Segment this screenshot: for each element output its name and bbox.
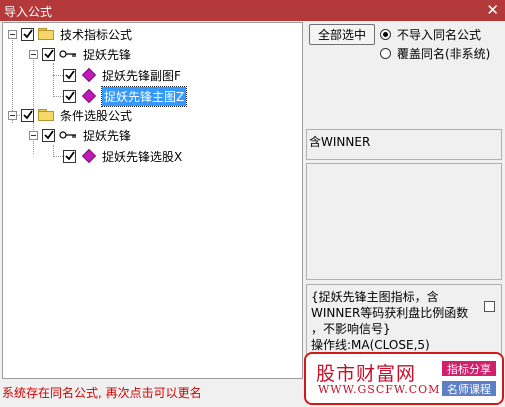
folder-icon <box>38 28 54 40</box>
key-icon <box>59 131 76 139</box>
status-message: 系统存在同名公式, 再次点击可以更名 <box>2 386 202 400</box>
formula-detail-box <box>306 163 502 280</box>
formula-info-box: 含WINNER <box>306 129 502 160</box>
tree-connector <box>53 63 54 97</box>
watermark-tag-share: 指标分享 <box>442 361 496 376</box>
tree-node-group[interactable]: 捉妖先锋 <box>29 44 131 64</box>
tree-node-label: 捉妖先锋 <box>83 128 132 143</box>
tree-node-label: 技术指标公式 <box>60 27 133 42</box>
option-no-import-same-name[interactable]: 不导入同名公式 <box>380 26 481 43</box>
formula-icon <box>81 67 97 83</box>
watermark-tag-course: 名师课程 <box>442 381 496 396</box>
select-all-button[interactable]: 全部选中 <box>309 24 375 45</box>
tree-node-formula[interactable]: 捉妖先锋副图F <box>63 65 181 85</box>
radio-selected-icon[interactable] <box>380 29 391 40</box>
formula-icon <box>81 148 97 164</box>
tree-node-group[interactable]: 捉妖先锋 <box>29 125 131 145</box>
option-overwrite-same-name[interactable]: 覆盖同名(非系统) <box>380 45 490 62</box>
checkbox-checked[interactable] <box>63 89 76 103</box>
checkbox-checked[interactable] <box>63 68 76 82</box>
tree-node-formula-selected[interactable]: 捉妖先锋主图Z <box>63 85 188 107</box>
checkbox-checked[interactable] <box>63 149 76 163</box>
tree-node-label: 捉妖先锋主图Z <box>100 85 188 107</box>
tree-node-label: 捉妖先锋副图F <box>102 68 181 83</box>
collapse-icon[interactable] <box>8 110 17 120</box>
tree-node-tech-indicators[interactable]: 技术指标公式 <box>8 24 132 44</box>
tree-node-formula[interactable]: 捉妖先锋选股X <box>63 146 182 166</box>
checkbox-checked[interactable] <box>42 47 55 61</box>
tree-node-label: 条件选股公式 <box>60 108 133 123</box>
collapse-icon[interactable] <box>29 49 38 59</box>
watermark-logo: 股市财富网 WWW.GSCFW.COM 指标分享 名师课程 <box>304 352 504 405</box>
checkbox-checked[interactable] <box>21 27 34 41</box>
tree-node-label: 捉妖先锋 <box>83 47 132 62</box>
title-bar: 导入公式 ✕ <box>0 0 505 21</box>
folder-icon <box>38 109 54 121</box>
tree-node-stock-selection[interactable]: 条件选股公式 <box>8 105 132 125</box>
collapse-icon[interactable] <box>29 130 38 140</box>
key-icon <box>59 50 76 58</box>
option-label: 覆盖同名(非系统) <box>397 47 491 61</box>
checkbox-checked[interactable] <box>42 128 55 142</box>
watermark-url: WWW.GSCFW.COM <box>318 383 441 396</box>
tree-node-label: 捉妖先锋选股X <box>102 149 183 164</box>
formula-contains-text: 含WINNER <box>309 135 371 149</box>
window-title: 导入公式 <box>4 5 53 19</box>
collapse-icon[interactable] <box>8 29 17 39</box>
watermark-name: 股市财富网 <box>316 363 417 385</box>
radio-unselected-icon[interactable] <box>380 48 391 59</box>
checkbox-checked[interactable] <box>21 108 34 122</box>
formula-icon <box>81 88 97 104</box>
close-icon[interactable]: ✕ <box>486 1 499 19</box>
formula-description-text: {捉妖先锋主图指标，含 WINNER等码获利盘比例函数 ，不影响信号} 操作线:… <box>311 290 469 352</box>
formula-tree[interactable]: 技术指标公式 捉妖先锋 捉妖先锋副图F 捉妖先锋主图Z 条件选股公式 捉妖先锋 … <box>2 22 303 379</box>
description-checkbox[interactable] <box>484 301 495 312</box>
option-label: 不导入同名公式 <box>397 28 482 42</box>
